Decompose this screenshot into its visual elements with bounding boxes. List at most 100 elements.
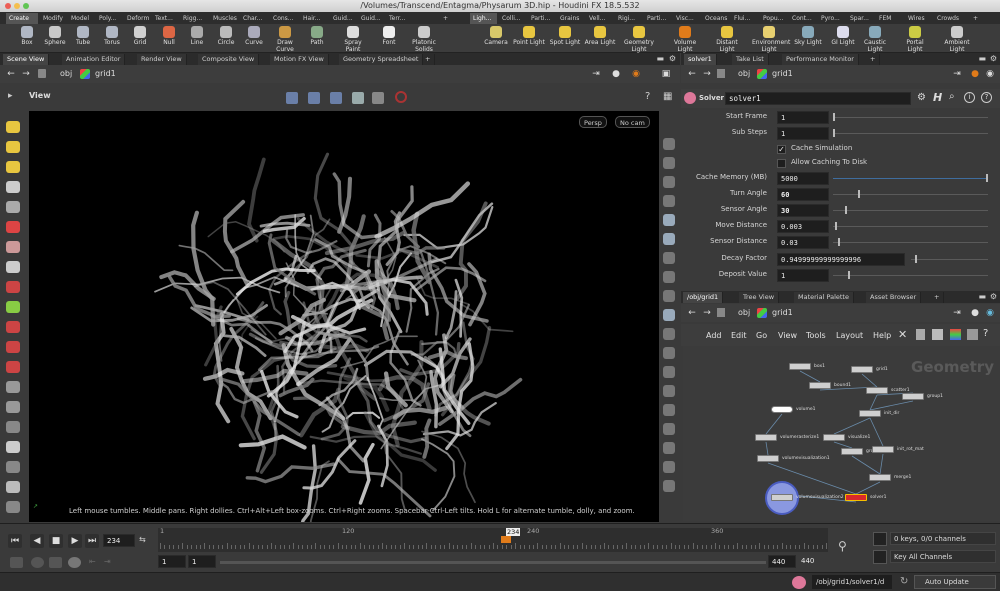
shelf-tool-portal-light[interactable]: Portal Light — [898, 26, 932, 53]
key-channels-icon[interactable] — [873, 550, 887, 564]
pane-tab[interactable]: Render View — [137, 54, 187, 65]
decay-factor-field[interactable]: 0.94999999999999996 — [777, 253, 905, 266]
forward-arrow-icon[interactable]: → — [20, 68, 32, 80]
range-start-field[interactable]: 1 — [158, 555, 186, 568]
add-shelf-tab-icon[interactable]: + — [970, 13, 981, 24]
shelf-tool-point-light[interactable]: Point Light — [512, 26, 546, 46]
cache-simulation-checkbox[interactable]: ✓ — [777, 145, 786, 154]
shelf-tab[interactable]: Deform — [124, 13, 150, 24]
display-options-icon[interactable] — [286, 92, 298, 104]
pane-tab[interactable]: Asset Browser — [866, 292, 922, 303]
update-mode-dropdown[interactable]: Auto Update — [914, 575, 996, 589]
shelf-tab[interactable]: Guid... — [330, 13, 356, 24]
list-icon[interactable] — [916, 329, 925, 340]
network-node-solver1[interactable] — [845, 494, 867, 501]
network-menu-add[interactable]: Add — [706, 331, 722, 340]
shelf-tool-path[interactable]: Path — [300, 26, 334, 46]
turn-angle-field[interactable]: 60 — [777, 188, 829, 201]
link-icon[interactable]: ● — [969, 68, 981, 80]
pane-tab[interactable]: Geometry Spreadsheet — [339, 54, 424, 65]
shapes-icon[interactable] — [967, 329, 978, 340]
forward-arrow-icon[interactable]: → — [701, 307, 713, 319]
shelf-tab[interactable]: Visc... — [673, 13, 700, 24]
flipbook-icon[interactable] — [6, 421, 20, 433]
sensor-distance-slider[interactable] — [833, 238, 988, 246]
camera-select-button[interactable]: No cam — [615, 116, 650, 128]
shelf-tab[interactable]: Popu... — [760, 13, 787, 24]
shelf-tab[interactable]: FEM — [876, 13, 903, 24]
cache-memory-slider[interactable] — [833, 174, 988, 182]
sub-steps-slider[interactable] — [833, 129, 988, 137]
sub-steps-field[interactable]: 1 — [777, 127, 829, 140]
snapshot-icon[interactable]: ◉ — [984, 307, 996, 319]
hda-icon[interactable]: H — [933, 91, 942, 104]
abc-icon[interactable] — [663, 480, 675, 492]
color-palette-icon[interactable] — [950, 329, 961, 340]
number-icon[interactable] — [663, 366, 675, 378]
record-icon[interactable] — [395, 91, 407, 103]
shelf-tab[interactable]: Parti... — [644, 13, 671, 24]
shelf-tool-sky-light[interactable]: Sky Light — [791, 26, 825, 46]
pane-tab[interactable]: Animation Editor — [62, 54, 126, 65]
network-menu-layout[interactable]: Layout — [836, 331, 863, 340]
pane-options-icon[interactable]: ⚙ — [990, 54, 997, 63]
viewport-menu-icon[interactable]: ▦ — [663, 91, 672, 102]
back-arrow-icon[interactable]: ← — [686, 68, 698, 80]
maximize-pane-icon[interactable]: ▣ — [660, 68, 672, 80]
pane-tab[interactable]: solver1 — [684, 54, 717, 65]
geometry-icon[interactable] — [663, 214, 675, 226]
rotate-tool-icon[interactable] — [6, 261, 20, 273]
realtime-icon[interactable] — [10, 557, 23, 568]
network-node-bound1[interactable] — [809, 382, 831, 389]
shelf-tab[interactable]: Rigg... — [180, 13, 208, 24]
add-tab-icon[interactable]: + — [421, 54, 436, 65]
turn-angle-slider[interactable] — [833, 190, 988, 198]
add-shelf-tab-icon[interactable]: + — [440, 13, 451, 24]
measure-icon[interactable] — [6, 321, 20, 333]
allow-caching-checkbox[interactable] — [777, 159, 786, 168]
pin-icon[interactable]: ⇥ — [590, 68, 602, 80]
minimize-window-button[interactable] — [14, 3, 20, 9]
camera-icon[interactable] — [330, 92, 342, 104]
deposit-value-slider[interactable] — [833, 271, 988, 279]
start-frame-field[interactable]: 1 — [777, 111, 829, 124]
edit-icon[interactable] — [663, 347, 675, 359]
shelf-tool-spray-paint[interactable]: Spray Paint — [336, 26, 370, 53]
single-view-icon[interactable] — [352, 92, 364, 104]
current-frame-marker[interactable] — [501, 536, 511, 543]
network-node-grid1[interactable] — [851, 366, 873, 373]
pane-tab[interactable]: /obj/grid1 — [683, 292, 724, 303]
link-icon[interactable]: ● — [969, 307, 981, 319]
node-name-field[interactable]: solver1 — [725, 92, 911, 105]
network-node-box1[interactable] — [789, 363, 811, 370]
pane-tab[interactable]: Material Palette — [794, 292, 854, 303]
cache-memory-field[interactable]: 5000 — [777, 172, 829, 185]
xray-icon[interactable] — [663, 252, 675, 264]
shelf-tab[interactable]: Cont... — [789, 13, 816, 24]
light-bulb-icon[interactable] — [663, 233, 675, 245]
shelf-tab[interactable]: Guid... — [358, 13, 384, 24]
channels-icon[interactable] — [873, 532, 887, 546]
decay-factor-slider[interactable] — [911, 255, 988, 263]
path-node[interactable]: grid1 — [95, 69, 116, 78]
wireframe-icon[interactable] — [663, 157, 675, 169]
add-tab-icon[interactable]: + — [866, 54, 881, 65]
sensor-distance-field[interactable]: 0.03 — [777, 236, 829, 249]
viewport-3d[interactable]: Persp No cam ↗ Left mouse tumbles. Middl… — [29, 111, 659, 522]
network-node-volume1[interactable] — [771, 406, 793, 413]
pane-tab[interactable]: Motion FX View — [270, 54, 329, 65]
shelf-tab[interactable]: Poly... — [96, 13, 122, 24]
path-node[interactable]: grid1 — [772, 69, 793, 78]
camera-tool-icon[interactable] — [6, 361, 20, 373]
shelf-tab[interactable]: Parti... — [528, 13, 555, 24]
pane-menu-icon[interactable]: ▬ — [978, 292, 986, 301]
snapshot-icon[interactable]: ◉ — [630, 68, 642, 80]
shelf-tool-environment-light[interactable]: Environment Light — [752, 26, 790, 53]
network-node-volumevisualization1[interactable] — [757, 455, 779, 462]
shelf-tab[interactable]: Oceans — [702, 13, 729, 24]
search-icon[interactable]: ⌕ — [949, 91, 955, 102]
grid-icon[interactable] — [932, 329, 943, 340]
network-menu-tools[interactable]: Tools — [806, 331, 826, 340]
shading-icon[interactable] — [308, 92, 320, 104]
shelf-tab[interactable]: Create — [6, 13, 38, 24]
